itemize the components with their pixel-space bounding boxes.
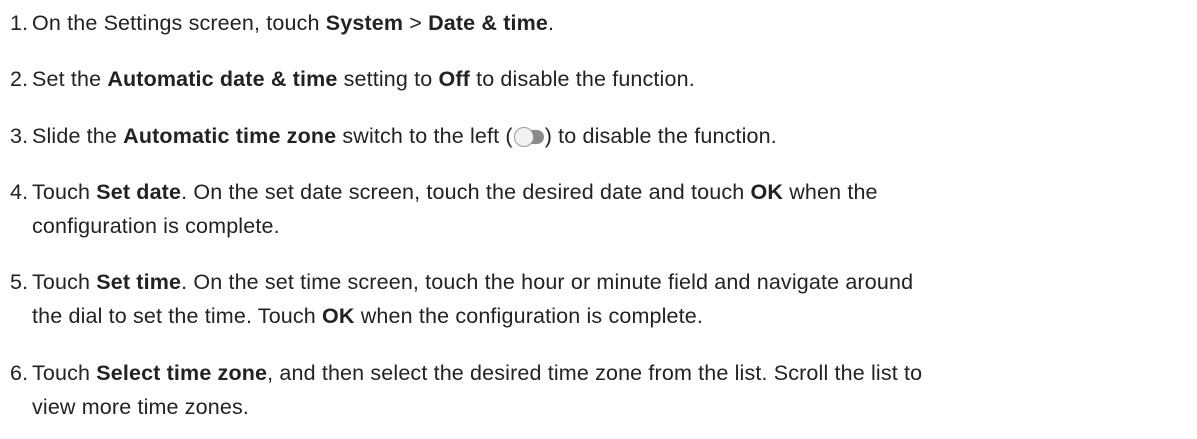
step-text: when the configuration is complete. (354, 304, 704, 328)
step-continuation: configuration is complete. (32, 214, 280, 238)
step-text: setting to (337, 67, 439, 91)
step-text: Slide the (32, 124, 124, 148)
step-3: 3. Slide the Automatic time zone switch t… (10, 119, 1190, 153)
step-text: . On the set date screen, touch the desi… (181, 180, 751, 204)
step-continuation: view more time zones. (32, 395, 250, 419)
button-name-ok: OK (750, 180, 784, 204)
step-text: ) to disable the function. (544, 124, 777, 148)
toggle-knob (513, 127, 534, 147)
menu-name-set-date: Set date (96, 180, 182, 204)
step-text: , and then select the desired time zone … (267, 361, 923, 385)
step-number: 4. (10, 180, 29, 204)
step-4: 4. Touch Set date. On the set date screen… (10, 175, 1190, 243)
step-text: . (548, 11, 555, 35)
step-number: 3. (10, 124, 29, 148)
step-5: 5. Touch Set time. On the set time screen… (10, 265, 1190, 333)
step-text: > (403, 11, 429, 35)
menu-name-set-time: Set time (96, 270, 182, 294)
step-text: . On the set time screen, touch the hour… (181, 270, 914, 294)
step-text: Touch (32, 270, 97, 294)
step-number: 1. (10, 11, 29, 35)
instruction-document: 1. On the Settings screen, touch System >… (0, 0, 1197, 439)
step-continuation: the dial to set the time. Touch OK when … (10, 299, 1190, 333)
step-text: when the (783, 180, 878, 204)
step-text: switch to the left ( (336, 124, 513, 148)
menu-name-select-time-zone: Select time zone (96, 361, 268, 385)
step-number: 5. (10, 270, 29, 294)
step-text: Touch (32, 180, 97, 204)
setting-value-off: Off (438, 67, 470, 91)
setting-name-automatic-date-time: Automatic date & time (107, 67, 338, 91)
step-text: Set the (32, 67, 108, 91)
button-name-ok: OK (322, 304, 355, 328)
step-6: 6. Touch Select time zone, and then selec… (10, 356, 1190, 424)
step-1: 1. On the Settings screen, touch System >… (10, 6, 1190, 40)
menu-name-date-time: Date & time (428, 11, 549, 35)
step-number: 2. (10, 67, 29, 91)
setting-name-automatic-time-zone: Automatic time zone (123, 124, 337, 148)
step-number: 6. (10, 361, 29, 385)
menu-name-system: System (325, 11, 404, 35)
step-text: On the Settings screen, touch (32, 11, 326, 35)
step-text: Touch (32, 361, 97, 385)
step-text: to disable the function. (469, 67, 695, 91)
step-2: 2. Set the Automatic date & time setting … (10, 62, 1190, 96)
toggle-switch-off-icon (513, 127, 544, 147)
step-text: the dial to set the time. Touch (32, 304, 323, 328)
